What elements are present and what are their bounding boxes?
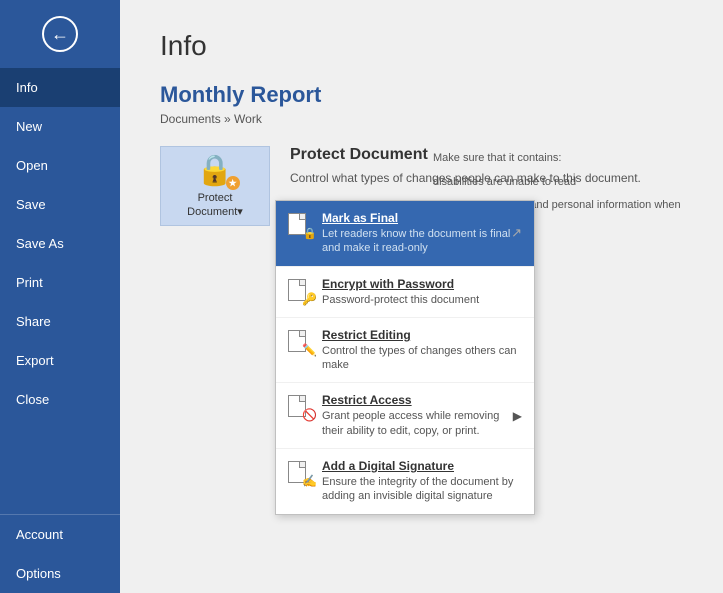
mark-final-icon: 🔒 (288, 213, 312, 235)
restrict-access-icon: 🚫 (288, 395, 312, 417)
back-button[interactable]: ← (0, 0, 120, 68)
page-title: Info (160, 30, 683, 62)
encrypt-icon: 🔑 (288, 279, 312, 301)
restrict-editing-desc: Control the types of changes others can … (322, 344, 522, 373)
sidebar-item-info[interactable]: Info (0, 68, 120, 107)
dropdown-item-mark-final[interactable]: 🔒 Mark as Final Let readers know the doc… (276, 201, 534, 267)
sidebar-item-new[interactable]: New (0, 107, 120, 146)
lock-badge-icon: ★ (226, 176, 240, 190)
sidebar: ← Info New Open Save Save As Print Share… (0, 0, 120, 593)
sidebar-spacer (0, 419, 120, 514)
sidebar-item-account[interactable]: Account (0, 514, 120, 554)
info-line2: disabilities are unable to read (433, 174, 693, 192)
dropdown-item-digital-signature[interactable]: ✍ Add a Digital Signature Ensure the int… (276, 449, 534, 514)
encrypt-title: Encrypt with Password (322, 277, 522, 291)
digital-signature-desc: Ensure the integrity of the document by … (322, 475, 522, 504)
lock-icon-wrapper: 🔒 ★ (196, 153, 233, 188)
document-title: Monthly Report (160, 82, 683, 108)
restrict-editing-title: Restrict Editing (322, 328, 522, 342)
no-icon: 🚫 (302, 408, 317, 422)
restrict-editing-icon: ✏️ (288, 330, 312, 352)
encrypt-desc: Password-protect this document (322, 293, 522, 307)
dropdown-item-restrict-editing[interactable]: ✏️ Restrict Editing Control the types of… (276, 318, 534, 384)
protect-dropdown-menu: 🔒 Mark as Final Let readers know the doc… (275, 200, 535, 515)
sidebar-item-options[interactable]: Options (0, 554, 120, 593)
cursor-icon: ↗ (511, 225, 522, 241)
restrict-access-title: Restrict Access (322, 393, 503, 407)
digital-signature-icon: ✍ (288, 461, 312, 483)
info-line1: Make sure that it contains: (433, 150, 693, 168)
pencil-lock-icon: ✏️ (302, 343, 317, 357)
back-arrow-icon: ← (42, 16, 78, 52)
sidebar-item-close[interactable]: Close (0, 380, 120, 419)
submenu-arrow-icon: ▶ (513, 409, 522, 423)
main-content: Info Monthly Report Documents » Work 🔒 ★… (120, 0, 723, 593)
mark-final-desc: Let readers know the document is final a… (322, 227, 522, 256)
protect-document-button[interactable]: 🔒 ★ Protect Document▾ (160, 146, 270, 226)
sidebar-item-save[interactable]: Save (0, 185, 120, 224)
signature-badge-icon: ✍ (302, 474, 317, 488)
dropdown-item-encrypt[interactable]: 🔑 Encrypt with Password Password-protect… (276, 267, 534, 318)
restrict-access-desc: Grant people access while removing their… (322, 409, 503, 438)
digital-signature-title: Add a Digital Signature (322, 459, 522, 473)
breadcrumb: Documents » Work (160, 112, 683, 126)
lock-overlay-icon: 🔒 (303, 227, 317, 240)
sidebar-item-export[interactable]: Export (0, 341, 120, 380)
sidebar-item-share[interactable]: Share (0, 302, 120, 341)
dropdown-item-restrict-access[interactable]: 🚫 Restrict Access Grant people access wh… (276, 383, 534, 449)
sidebar-item-save-as[interactable]: Save As (0, 224, 120, 263)
key-icon: 🔑 (302, 292, 317, 306)
sidebar-item-print[interactable]: Print (0, 263, 120, 302)
mark-final-title: Mark as Final (322, 211, 522, 225)
sidebar-item-open[interactable]: Open (0, 146, 120, 185)
protect-button-label: Protect Document▾ (187, 192, 243, 218)
